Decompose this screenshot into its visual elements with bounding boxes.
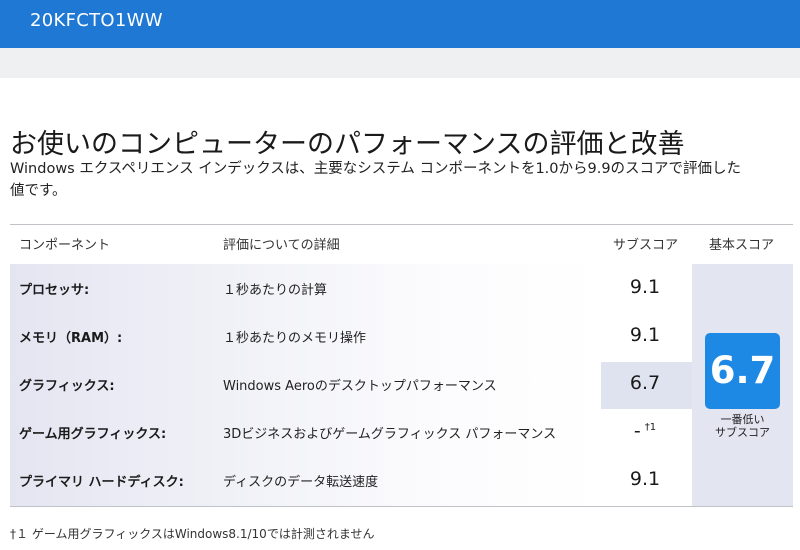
description-line-1: Windows エクスペリエンス インデックスは、主要なシステム コンポーネント…: [10, 161, 742, 177]
base-score-caption-line-1: 一番低い: [720, 413, 765, 426]
footnote: †１ ゲーム用グラフィックスはWindows8.1/10では計測されません: [10, 527, 375, 541]
subscore-value: 9.1: [629, 324, 661, 346]
header-component: コンポーネント: [19, 238, 111, 253]
header-detail: 評価についての詳細: [223, 238, 340, 253]
component-name: プロセッサ:: [19, 283, 90, 298]
header-base-score: 基本スコア: [709, 238, 775, 253]
table-bottom-divider: [10, 506, 793, 507]
toolbar-strip: [0, 48, 800, 78]
page-title: お使いのコンピューターのパフォーマンスの評価と改善: [10, 129, 685, 161]
base-score-caption: 一番低い サブスコア: [692, 413, 793, 439]
component-detail: 3Dビジネスおよびゲームグラフィックス パフォーマンス: [223, 427, 557, 442]
table-row-hard-disk: プライマリ ハードディスク: ディスクのデータ転送速度: [10, 456, 601, 504]
window-titlebar: 20KFCTO1WW: [0, 0, 800, 48]
subscore-processor: 9.1: [611, 276, 679, 298]
subscore-value: 6.7: [629, 372, 661, 394]
subscore-graphics: 6.7: [611, 372, 679, 394]
description-line-2: 値です。: [10, 183, 67, 199]
component-name: ゲーム用グラフィックス:: [19, 427, 167, 442]
component-name: グラフィックス:: [19, 379, 115, 394]
component-detail: １秒あたりの計算: [223, 283, 328, 298]
header-subscore: サブスコア: [613, 238, 679, 253]
table-row-gaming-graphics: ゲーム用グラフィックス: 3Dビジネスおよびゲームグラフィックス パフォーマンス: [10, 408, 601, 456]
table-row-graphics: グラフィックス: Windows Aeroのデスクトップパフォーマンス: [10, 360, 601, 408]
component-detail: １秒あたりのメモリ操作: [223, 331, 367, 346]
component-detail: Windows Aeroのデスクトップパフォーマンス: [223, 379, 497, 394]
subscore-gaming-graphics: - †1: [611, 420, 679, 442]
base-score-caption-line-2: サブスコア: [715, 426, 770, 439]
table-row-processor: プロセッサ: １秒あたりの計算: [10, 264, 601, 312]
table-row-memory: メモリ（RAM）: １秒あたりのメモリ操作: [10, 312, 601, 360]
page-description: Windows エクスペリエンス インデックスは、主要なシステム コンポーネント…: [10, 158, 795, 202]
component-detail: ディスクのデータ転送速度: [223, 475, 379, 490]
subscore-value: 9.1: [629, 276, 661, 298]
subscore-value: 9.1: [629, 468, 661, 490]
window-title: 20KFCTO1WW: [30, 10, 163, 31]
table-top-divider: [10, 224, 793, 225]
footnote-mark: †1: [644, 421, 657, 433]
component-name: メモリ（RAM）:: [19, 331, 123, 346]
subscore-memory: 9.1: [611, 324, 679, 346]
subscore-value: -: [633, 420, 641, 442]
component-name: プライマリ ハードディスク:: [19, 475, 184, 490]
subscore-hard-disk: 9.1: [611, 468, 679, 490]
base-score-badge: 6.7: [705, 333, 780, 409]
